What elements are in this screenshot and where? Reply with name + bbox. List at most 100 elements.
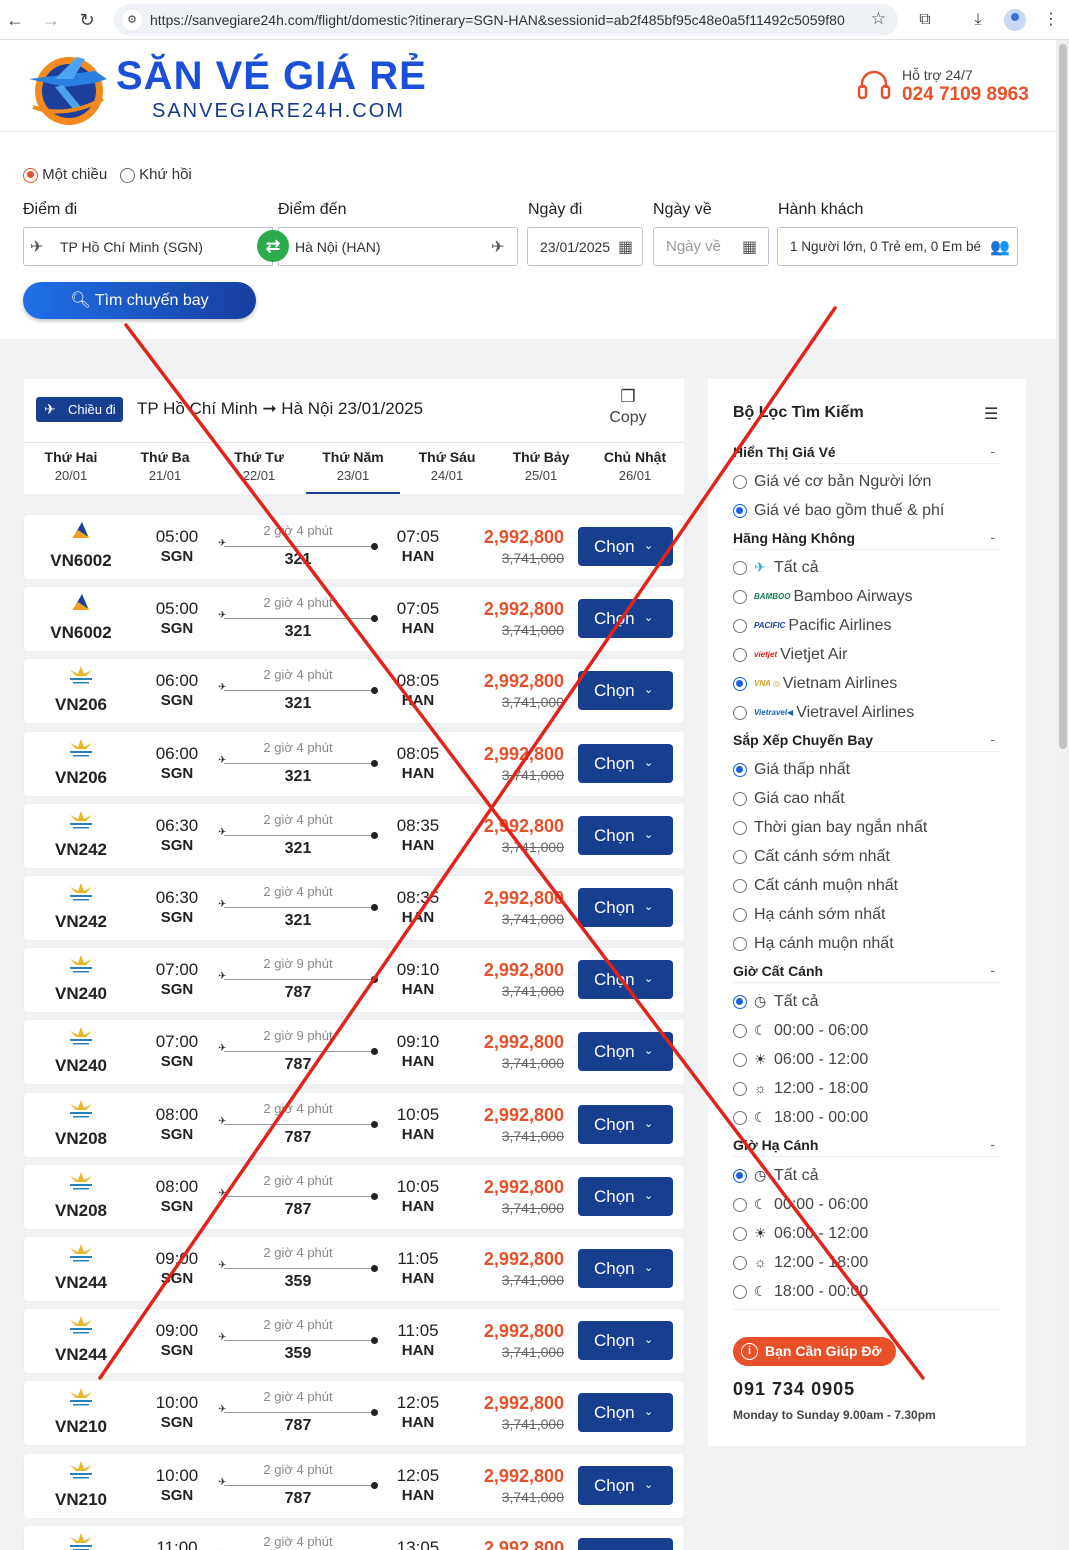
- day-tab[interactable]: Thứ Tư 22/01: [212, 443, 306, 495]
- land-time-option-radio[interactable]: [733, 1255, 747, 1270]
- land-time-option-radio[interactable]: [733, 1284, 747, 1299]
- collapse-icon[interactable]: -: [990, 731, 995, 747]
- depart-time-option[interactable]: ☾ 18:00 - 00:00: [733, 1109, 1013, 1127]
- sort-option-radio[interactable]: [733, 849, 747, 864]
- depart-time-option-radio[interactable]: [733, 1081, 747, 1096]
- sort-option[interactable]: Giá cao nhất: [733, 790, 1013, 808]
- choose-button[interactable]: Chọn ⌄: [578, 743, 673, 783]
- day-tab[interactable]: Thứ Hai 20/01: [24, 443, 118, 495]
- choose-button[interactable]: Chọn ⌄: [578, 1321, 673, 1361]
- menu-dots-icon[interactable]: ⋮: [1040, 9, 1062, 31]
- sort-option[interactable]: Hạ cánh sớm nhất: [733, 906, 1013, 924]
- depart-time-option[interactable]: ☀ 06:00 - 12:00: [733, 1051, 1013, 1069]
- land-time-option[interactable]: ☼ 12:00 - 18:00: [733, 1254, 1013, 1272]
- choose-button[interactable]: Chọn ⌄: [578, 1104, 673, 1144]
- trip-round-radio[interactable]: [120, 167, 135, 183]
- airline-option-radio[interactable]: [733, 560, 747, 575]
- choose-button[interactable]: Chọn ⌄: [578, 960, 673, 1000]
- land-time-option-radio[interactable]: [733, 1226, 747, 1241]
- copy-button[interactable]: ❐ Copy: [602, 387, 654, 435]
- collapse-icon[interactable]: -: [990, 1136, 995, 1152]
- bookmark-star-icon[interactable]: ☆: [871, 9, 886, 29]
- depart-time-option-radio[interactable]: [733, 1110, 747, 1125]
- price-option-radio[interactable]: [733, 474, 747, 489]
- airline-option[interactable]: vietjet Vietjet Air: [733, 646, 1013, 664]
- to-field[interactable]: Hà Nội (HAN) ✈: [278, 227, 518, 266]
- sort-option[interactable]: Giá thấp nhất: [733, 761, 1013, 779]
- url-text[interactable]: https://sanvegiare24h.com/flight/domesti…: [150, 12, 860, 28]
- sort-option-radio[interactable]: [733, 907, 747, 922]
- sort-option[interactable]: Cất cánh sớm nhất: [733, 848, 1013, 866]
- sort-option-radio[interactable]: [733, 791, 747, 806]
- choose-button[interactable]: Chọn ⌄: [578, 1465, 673, 1505]
- trip-one-way-option[interactable]: Một chiều: [23, 166, 107, 183]
- profile-avatar[interactable]: [1004, 9, 1026, 31]
- depart-time-option[interactable]: ☾ 00:00 - 06:00: [733, 1022, 1013, 1040]
- airline-option[interactable]: Vietravel◀ Vietravel Airlines: [733, 704, 1013, 722]
- price-display-section[interactable]: Hiển Thị Giá Vé -: [733, 443, 1001, 464]
- airline-option[interactable]: VNA ◎ Vietnam Airlines: [733, 675, 1013, 693]
- collapse-icon[interactable]: -: [990, 529, 995, 545]
- trip-round-option[interactable]: Khứ hồi: [120, 166, 192, 183]
- from-field[interactable]: ✈ TP Hồ Chí Minh (SGN): [23, 227, 273, 266]
- choose-button[interactable]: Chọn ⌄: [578, 1393, 673, 1433]
- extensions-icon[interactable]: ⧉: [914, 9, 936, 31]
- land-time-section[interactable]: Giờ Hạ Cánh -: [733, 1136, 1001, 1157]
- land-time-option-radio[interactable]: [733, 1168, 747, 1183]
- choose-button[interactable]: Chọn ⌄: [578, 1537, 673, 1550]
- airline-option[interactable]: ✈ Tất cả: [733, 559, 1013, 577]
- sort-option-radio[interactable]: [733, 762, 747, 777]
- day-tab[interactable]: Thứ Bảy 25/01: [494, 443, 588, 495]
- address-bar[interactable]: ⚙ https://sanvegiare24h.com/flight/domes…: [114, 4, 898, 36]
- airline-option-radio[interactable]: [733, 618, 747, 633]
- airline-option-radio[interactable]: [733, 589, 747, 604]
- help-phone[interactable]: 091 734 0905: [733, 1379, 855, 1400]
- support-phone[interactable]: 024 7109 8963: [902, 84, 1029, 106]
- trip-one-way-radio[interactable]: [23, 167, 38, 183]
- choose-button[interactable]: Chọn ⌄: [578, 888, 673, 927]
- sort-option[interactable]: Cất cánh muộn nhất: [733, 877, 1013, 895]
- filter-list-icon[interactable]: ☰: [984, 404, 998, 424]
- price-option-radio[interactable]: [733, 503, 747, 518]
- day-tab[interactable]: Thứ Ba 21/01: [118, 443, 212, 495]
- price-option[interactable]: Giá vé cơ bản Người lớn: [733, 473, 1013, 491]
- choose-button[interactable]: Chọn ⌄: [578, 671, 673, 711]
- page-scrollbar[interactable]: [1056, 40, 1069, 1550]
- land-time-option[interactable]: ◷ Tất cả: [733, 1167, 1013, 1185]
- logo-title[interactable]: SĂN VÉ GIÁ RẺ: [116, 54, 427, 99]
- choose-button[interactable]: Chọn ⌄: [578, 599, 673, 639]
- airline-option-radio[interactable]: [733, 676, 747, 691]
- help-button[interactable]: i Bạn Cần Giúp Đỡ: [733, 1337, 896, 1366]
- choose-button[interactable]: Chọn ⌄: [578, 815, 673, 855]
- forward-icon[interactable]: →: [40, 9, 62, 31]
- sort-option[interactable]: Thời gian bay ngắn nhất: [733, 819, 1013, 837]
- airline-section[interactable]: Hãng Hàng Không -: [733, 529, 1001, 550]
- choose-button[interactable]: Chọn ⌄: [578, 1249, 673, 1288]
- search-flights-button[interactable]: 🔍︎ Tìm chuyến bay: [23, 282, 256, 319]
- choose-button[interactable]: Chọn ⌄: [578, 527, 673, 566]
- airline-option-radio[interactable]: [733, 647, 747, 662]
- depart-time-option[interactable]: ◷ Tất cả: [733, 993, 1013, 1011]
- logo-icon[interactable]: [25, 49, 111, 129]
- site-info-icon[interactable]: ⚙: [122, 10, 142, 30]
- day-tab[interactable]: Thứ Năm 23/01: [306, 443, 400, 495]
- passenger-field[interactable]: 1 Người lớn, 0 Trẻ em, 0 Em bé 👥: [777, 227, 1018, 266]
- depart-time-section[interactable]: Giờ Cất Cánh -: [733, 962, 1001, 983]
- sort-option-radio[interactable]: [733, 820, 747, 835]
- land-time-option[interactable]: ☀ 06:00 - 12:00: [733, 1225, 1013, 1243]
- airline-option-radio[interactable]: [733, 705, 747, 720]
- depart-date-field[interactable]: 23/01/2025 ▦: [527, 227, 643, 266]
- back-icon[interactable]: ←: [4, 9, 26, 31]
- day-tab[interactable]: Chủ Nhật 26/01: [588, 443, 682, 495]
- price-option[interactable]: Giá vé bao gồm thuế & phí: [733, 502, 1013, 520]
- download-icon[interactable]: ⤓: [967, 9, 989, 31]
- choose-button[interactable]: Chọn ⌄: [578, 1176, 673, 1216]
- choose-button[interactable]: Chọn ⌄: [578, 1032, 673, 1072]
- day-tab[interactable]: Thứ Sáu 24/01: [400, 443, 494, 495]
- return-date-field[interactable]: Ngày về ▦: [653, 227, 769, 266]
- reload-icon[interactable]: ↻: [76, 9, 98, 31]
- sort-option[interactable]: Hạ cánh muộn nhất: [733, 935, 1013, 953]
- collapse-icon[interactable]: -: [990, 443, 995, 459]
- sort-option-radio[interactable]: [733, 936, 747, 951]
- airline-option[interactable]: PACIFIC Pacific Airlines: [733, 617, 1013, 635]
